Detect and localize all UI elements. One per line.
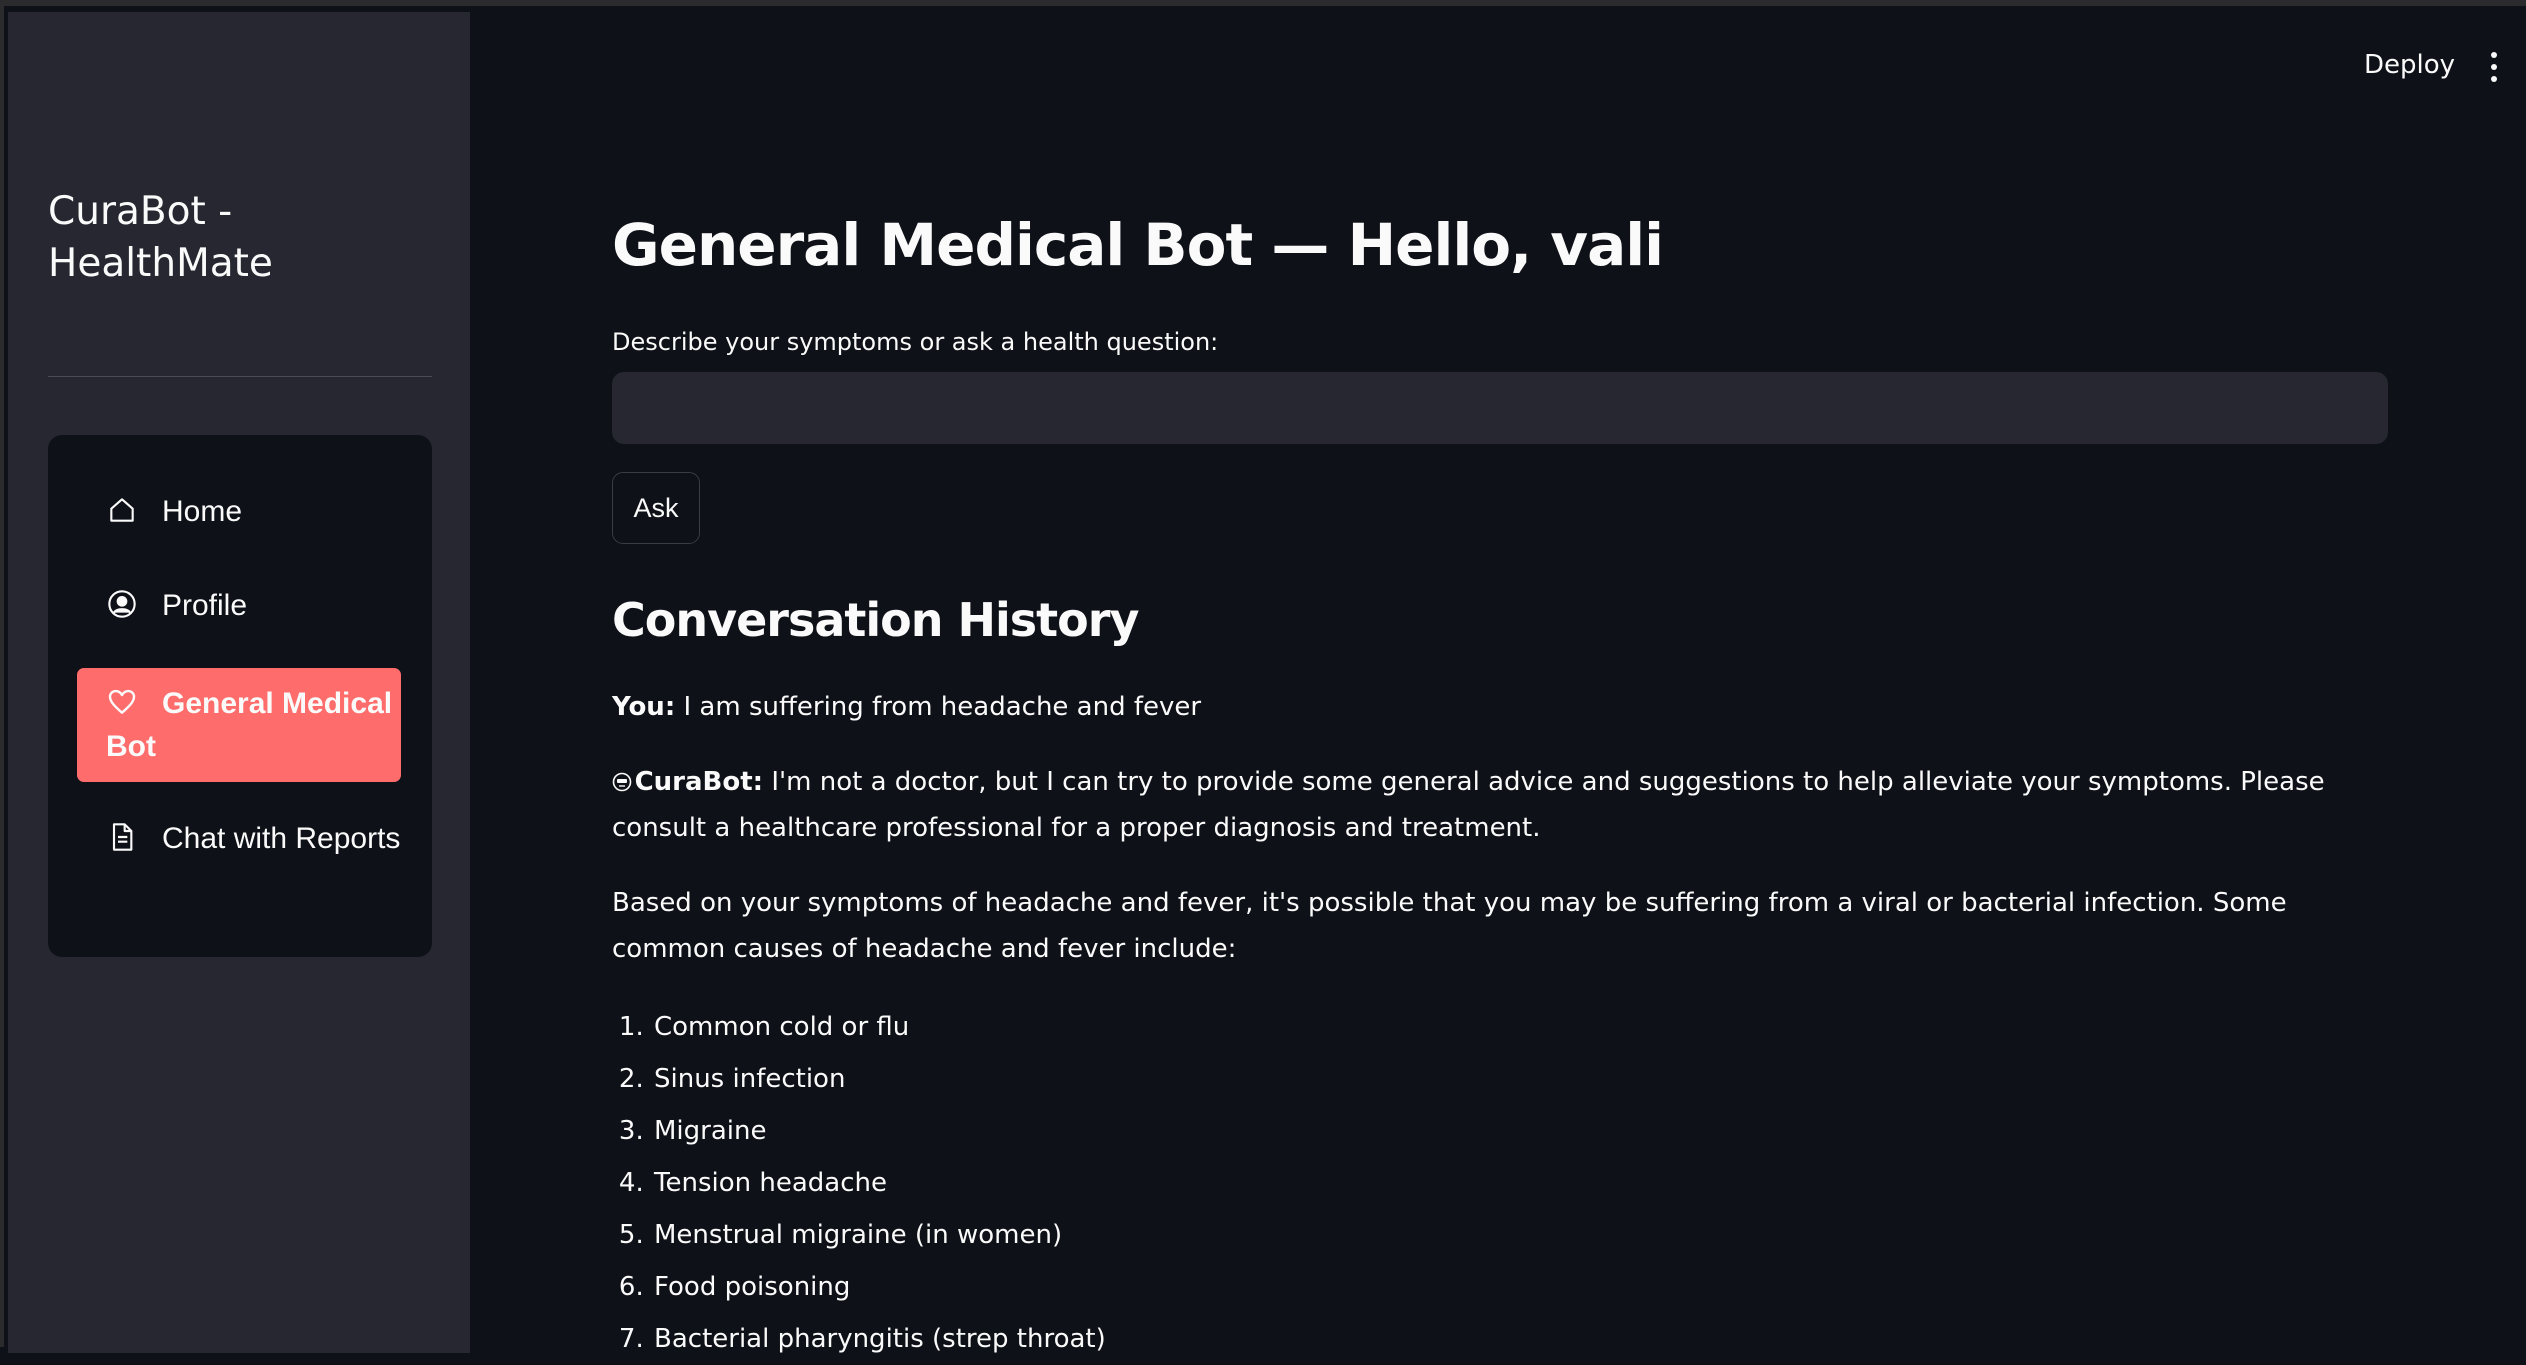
list-item: Food poisoning [652,1261,2390,1313]
conversation-history-title: Conversation History [612,593,1139,647]
list-item: Sinus infection [652,1053,2390,1105]
nav-item-label: General Medical Bot [106,687,393,763]
bot-message-paragraph: Based on your symptoms of headache and f… [612,888,2287,964]
list-item: Common cold or flu [652,1001,2390,1053]
user-prefix: You: [612,692,676,722]
symptoms-input[interactable] [612,372,2388,444]
bot-face-icon [612,761,632,792]
sidebar-divider [48,376,432,377]
symptoms-input-label: Describe your symptoms or ask a health q… [612,328,1219,356]
deploy-button[interactable]: Deploy [2356,46,2463,84]
nav-item-profile[interactable]: Profile [77,584,401,638]
nav-item-chat-with-reports[interactable]: Chat with Reports [77,817,401,913]
app-window: CuraBot - HealthMate Home Profile Genera… [0,0,2526,1354]
list-item: Migraine [652,1105,2390,1157]
ask-button[interactable]: Ask [612,472,700,544]
user-circle-icon [106,588,138,620]
nav-item-general-medical-bot[interactable]: General Medical Bot [77,668,401,782]
bot-message: CuraBot: I'm not a doctor, but I can try… [612,759,2390,851]
page-title: General Medical Bot — Hello, vali [612,211,1664,279]
home-icon [106,494,138,526]
bot-message-intro: I'm not a doctor, but I can try to provi… [612,767,2325,843]
bot-prefix: CuraBot: [634,767,764,797]
app-title: CuraBot - HealthMate [48,189,273,286]
kebab-menu-icon[interactable] [2482,50,2506,84]
causes-list: Common cold or flu Sinus infection Migra… [612,1001,2390,1365]
list-item: Menstrual migraine (in women) [652,1209,2390,1261]
sidebar: CuraBot - HealthMate Home Profile Genera… [8,12,470,1353]
nav-item-label: Home [162,495,243,528]
nav-item-label: Profile [162,589,248,622]
nav-item-label: Chat with Reports [162,822,401,855]
conversation-history: You: I am suffering from headache and fe… [612,684,2390,1365]
user-message-text: I am suffering from headache and fever [675,692,1202,722]
nav-item-home[interactable]: Home [77,490,401,544]
user-message: You: I am suffering from headache and fe… [612,684,2390,730]
list-item: Tension headache [652,1157,2390,1209]
document-icon [106,821,138,853]
list-item: Bacterial pharyngitis (strep throat) [652,1313,2390,1365]
sidebar-nav: Home Profile General Medical Bot Chat wi… [48,435,432,957]
heart-icon [106,686,138,718]
